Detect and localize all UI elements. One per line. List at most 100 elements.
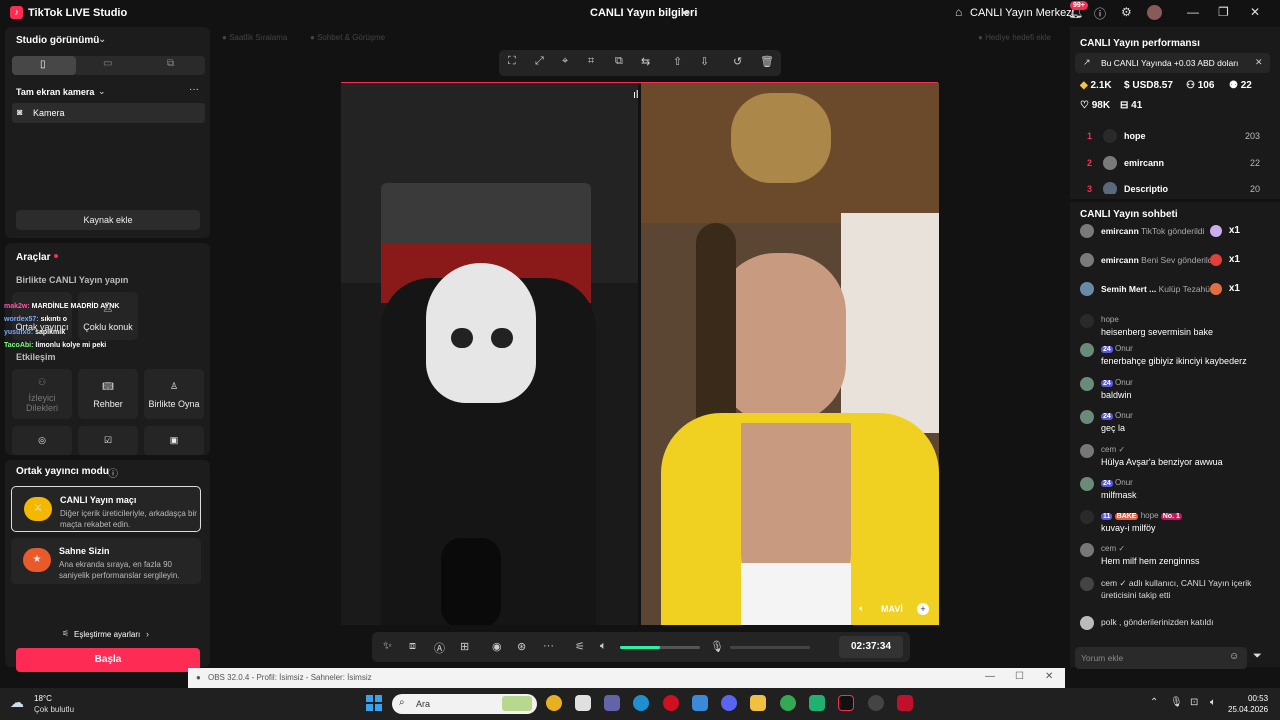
chrome-profile-icon[interactable] — [780, 695, 796, 711]
start-button[interactable]: Başla — [16, 648, 200, 672]
mic-icon[interactable]: 🎙︎ — [1170, 697, 1183, 708]
help-icon[interactable]: ⓘ — [108, 465, 118, 480]
volume-icon[interactable]: 🔈︎ — [600, 640, 607, 653]
start-icon[interactable] — [366, 695, 382, 711]
play-together-tile[interactable]: ♙ Birlikte Oyna — [144, 369, 204, 419]
effects-icon[interactable]: ⧈ — [409, 640, 416, 653]
obs-window-bar[interactable]: ● OBS 32.0.4 - Profil: İsimsiz - Sahnele… — [188, 668, 1065, 688]
studio-view-title[interactable]: Studio görünümü — [16, 35, 99, 46]
chevron-down-icon[interactable]: ⌄ — [98, 34, 106, 45]
share-icon[interactable]: ➦ — [681, 6, 690, 19]
chat-message[interactable]: 11 BAKE hope No. 1 kuvay-i milföy — [1080, 510, 1270, 536]
emoji-icon[interactable]: ☺ — [1229, 651, 1239, 662]
taskbar-search[interactable]: ⌕ Ara — [392, 694, 537, 714]
flip-icon[interactable]: ⇆ — [641, 55, 650, 68]
gear-icon[interactable]: ⚙ — [1121, 5, 1132, 19]
store-icon[interactable] — [575, 695, 591, 711]
stage-card[interactable]: ★ Sahne Sizin Ana ekranda sıraya, en faz… — [11, 538, 201, 584]
select-icon[interactable]: ⛶ — [508, 55, 516, 68]
live-center-link[interactable]: CANLI Yayın Merkezi — [970, 7, 1074, 19]
ai-icon[interactable]: Ⓐ — [434, 640, 445, 656]
duplicate-icon[interactable]: ⧉ — [615, 55, 623, 68]
app-icon[interactable] — [809, 695, 825, 711]
chat-message[interactable]: 24 Onur geç la — [1080, 410, 1270, 436]
avatar — [1080, 224, 1094, 238]
network-icon[interactable]: ⊡ — [1190, 697, 1198, 708]
speaker-icon[interactable]: 🔈︎ — [1210, 697, 1216, 708]
trash-icon[interactable]: 🗑︎ — [760, 55, 774, 68]
avatar[interactable] — [1147, 5, 1162, 20]
close-icon[interactable]: ✕ — [1255, 57, 1263, 68]
help-icon[interactable]: ⓘ — [1094, 5, 1106, 22]
speaker-icon[interactable]: 🔈︎ — [859, 603, 864, 614]
comment-input[interactable]: Yorum ekle ☺ — [1075, 647, 1247, 669]
scene-title[interactable]: Tam ekran kamera — [16, 87, 94, 97]
crop-icon[interactable]: ⌗ — [588, 55, 594, 68]
landscape-option[interactable]: ▭ — [103, 58, 112, 69]
chevron-down-icon[interactable]: ⌄ — [98, 86, 106, 97]
more-icon[interactable]: ··· — [189, 84, 199, 95]
center-icon[interactable]: ⌖ — [562, 55, 568, 68]
ranking-row[interactable]: 1 hope 203 — [1075, 127, 1270, 147]
live-match-card[interactable]: ⚔ CANLI Yayın maçı Diğer içerik üreticil… — [11, 486, 201, 532]
close-icon[interactable]: ✕ — [1250, 5, 1260, 19]
layer-down-icon[interactable]: ⇩ — [700, 55, 709, 68]
magic-icon[interactable]: ✨︎ — [383, 640, 392, 653]
viewer-wishes-tile[interactable]: ⚇ İzleyici Dilekleri — [12, 369, 72, 419]
chrome-icon[interactable] — [546, 695, 562, 711]
split-option[interactable]: ⧉ — [167, 58, 174, 69]
discord-icon[interactable] — [721, 695, 737, 711]
guest-camera-feed: 🔈︎ MAVİ + — [641, 83, 939, 625]
match-settings-link[interactable]: Eşleştirme ayarları — [74, 630, 140, 639]
chat-message[interactable]: hope heisenberg severmisin bake — [1080, 314, 1270, 340]
sliders-icon[interactable]: ⚟ — [575, 640, 585, 653]
ranking-row[interactable]: 2 emircann 22 — [1075, 154, 1270, 174]
chat-message[interactable]: 24 Onur fenerbahçe gibiyiz ikinciyi kayb… — [1080, 343, 1270, 369]
mic-slider[interactable] — [730, 646, 810, 649]
clock-date[interactable]: 25.04.2026 — [1228, 705, 1268, 714]
chat-message[interactable]: 24 Onur baldwin — [1080, 377, 1270, 403]
hourly-ranking-widget[interactable]: ● Saatlik Sıralama — [222, 33, 287, 42]
chat-message[interactable]: cem ✓ Hem milf hem zenginnss — [1080, 543, 1270, 569]
camera-switch-icon[interactable]: ⊛ — [517, 640, 526, 653]
overlay-icon[interactable]: ⊞ — [460, 640, 469, 653]
filter-icon[interactable]: ⏷ — [1253, 650, 1262, 663]
opera-icon[interactable] — [663, 695, 679, 711]
add-source-button[interactable]: Kaynak ekle — [16, 210, 200, 230]
minimize-icon[interactable]: — — [1187, 5, 1199, 19]
obs-icon[interactable] — [868, 695, 884, 711]
guide-tile[interactable]: 📖︎ Rehber — [78, 369, 138, 419]
fit-icon[interactable]: ⤢ — [535, 55, 544, 68]
layer-up-icon[interactable]: ⇧ — [673, 55, 682, 68]
mic-icon[interactable]: 🎙︎ — [710, 640, 724, 653]
live-studio-icon[interactable] — [897, 695, 913, 711]
goal-tile[interactable]: ◎ — [12, 426, 72, 455]
mail-icon[interactable] — [692, 695, 708, 711]
maximize-icon[interactable]: ❐ — [1218, 5, 1229, 19]
chevron-right-icon[interactable]: › — [146, 629, 149, 639]
chat-message[interactable]: 24 Onur milfmask — [1080, 477, 1270, 503]
multi-guest-tile[interactable]: 👤︎ Çoklu konuk — [78, 292, 138, 340]
portrait-option[interactable]: ▯ — [12, 56, 76, 75]
box-tile[interactable]: ▣ — [144, 426, 204, 455]
more-icon[interactable]: ··· — [543, 640, 554, 652]
gift-goal-widget[interactable]: ● Hediye hedefi ekle — [978, 33, 1051, 42]
chat-message[interactable]: cem ✓ Hülya Avşar'a benziyor awwua — [1080, 444, 1270, 470]
add-icon[interactable]: + — [917, 603, 929, 615]
minimize-icon[interactable]: — — [985, 671, 995, 682]
volume-slider[interactable] — [620, 646, 700, 649]
camera-source-item[interactable]: ◙ Kamera — [12, 103, 205, 123]
poll-tile[interactable]: ☑ — [78, 426, 138, 455]
clock-time[interactable]: 00:53 — [1248, 694, 1268, 703]
edge-icon[interactable] — [633, 695, 649, 711]
folder-icon[interactable] — [750, 695, 766, 711]
chevron-up-icon[interactable]: ⌃ — [1150, 697, 1158, 708]
close-icon[interactable]: ✕ — [1045, 671, 1053, 682]
undo-icon[interactable]: ↺ — [733, 55, 742, 68]
record-icon[interactable]: ◉ — [492, 640, 502, 653]
teams-icon[interactable] — [604, 695, 620, 711]
tiktok-icon[interactable] — [838, 695, 854, 711]
chat-meeting-widget[interactable]: ● Sohbet & Görüşme — [310, 33, 385, 42]
maximize-icon[interactable]: ☐ — [1015, 671, 1024, 682]
ranking-row[interactable]: 3 Descriptio 20 — [1075, 180, 1270, 194]
